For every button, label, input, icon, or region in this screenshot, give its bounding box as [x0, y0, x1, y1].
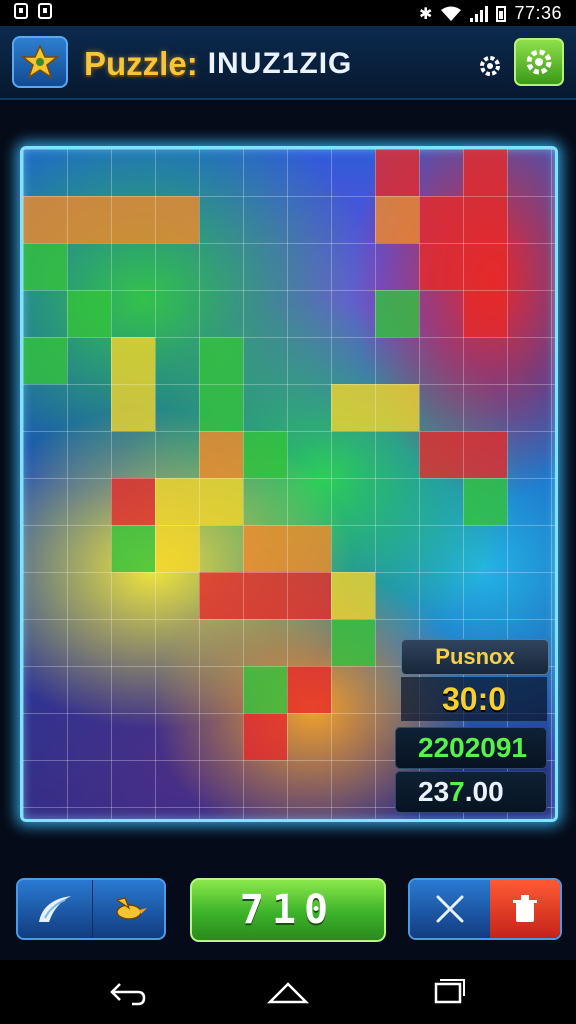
delete-button[interactable]	[490, 880, 560, 938]
status-bar: ✱ 77:36	[0, 0, 576, 26]
back-button[interactable]	[104, 974, 152, 1010]
bird-button[interactable]	[92, 880, 166, 938]
trash-icon	[513, 895, 537, 922]
home-icon	[266, 982, 310, 1004]
gear-icon	[480, 56, 500, 76]
small-gear-button[interactable]	[474, 50, 506, 82]
clock: 77:36	[514, 3, 562, 23]
swoosh-icon	[39, 896, 71, 922]
score-panel: Pusnox 30:0 2202091 23 7.00	[395, 639, 549, 819]
settings-button[interactable]	[514, 38, 564, 86]
move-counter-button[interactable]: 710	[190, 878, 386, 942]
score-line-2-prefix: 23	[418, 776, 450, 807]
signal-icon	[470, 5, 489, 22]
score-line-2: 23 7.00	[395, 771, 547, 813]
close-icon	[436, 895, 464, 923]
swoosh-button[interactable]	[18, 880, 93, 938]
title-name: INUZ1ZIG	[207, 47, 353, 80]
notification-icon	[38, 3, 52, 19]
score-value: 30:0	[401, 677, 547, 721]
gear-icon	[526, 49, 552, 75]
tool-button-group	[16, 878, 166, 940]
bluetooth-icon: ✱	[419, 4, 433, 23]
recents-icon	[434, 979, 465, 1004]
header: Puzzle: INUZ1ZIG	[0, 26, 576, 100]
wifi-icon	[441, 6, 462, 21]
app-logo[interactable]	[12, 36, 68, 88]
back-icon	[110, 983, 146, 1006]
recents-button[interactable]	[424, 974, 472, 1010]
score-line-1: 2202091	[395, 727, 547, 769]
bottom-controls: 710	[0, 872, 576, 948]
close-button[interactable]	[410, 880, 490, 938]
notification-icon	[14, 3, 28, 19]
home-button[interactable]	[264, 974, 312, 1010]
system-nav-bar	[0, 960, 576, 1024]
battery-icon	[496, 5, 507, 22]
score-line-2-highlight: 7	[449, 776, 465, 807]
bird-icon	[115, 897, 147, 920]
star-dragon-logo	[20, 44, 60, 79]
action-button-group	[408, 878, 562, 940]
score-line-2-suffix: .00	[464, 776, 504, 807]
score-label: Pusnox	[401, 639, 549, 675]
puzzle-board[interactable]: Pusnox 30:0 2202091 23 7.00	[20, 146, 558, 822]
page-title: Puzzle: INUZ1ZIG	[84, 42, 352, 86]
title-prefix: Puzzle:	[84, 45, 198, 82]
